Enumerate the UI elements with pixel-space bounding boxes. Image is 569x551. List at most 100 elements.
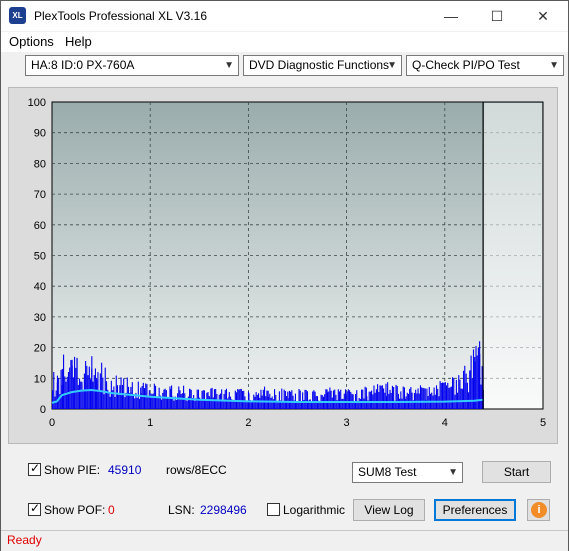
pi-bar — [186, 400, 188, 409]
pi-bar — [409, 388, 411, 409]
pi-bar — [464, 383, 466, 409]
pi-bar — [264, 386, 266, 409]
show-pof-checkbox[interactable]: ✓ — [28, 501, 41, 516]
pi-bar — [229, 396, 232, 409]
pi-bar — [346, 391, 348, 409]
y-tick-label: 40 — [34, 281, 46, 293]
pi-bar — [444, 382, 446, 409]
chevron-down-icon: ▼ — [549, 60, 559, 71]
start-button[interactable]: Start — [482, 461, 551, 483]
pi-bar — [356, 390, 358, 409]
pi-bar — [98, 390, 100, 409]
pi-bar — [410, 387, 412, 409]
pi-bar — [118, 394, 120, 409]
pi-bar — [134, 398, 136, 409]
show-pie-checkbox[interactable]: ✓ — [28, 461, 41, 476]
chart-panel: 0 10 20 30 40 50 60 70 80 90 100 0 1 2 3 4 5 — [8, 87, 558, 444]
pi-bar — [463, 370, 465, 409]
pi-bar — [447, 382, 449, 409]
x-tick-label: 5 — [540, 417, 546, 429]
pi-bar — [69, 367, 71, 409]
pi-bar — [65, 381, 67, 409]
pi-bar — [64, 376, 66, 409]
pi-bar — [411, 392, 413, 409]
function-select[interactable]: DVD Diagnostic Functions ▼ — [243, 55, 402, 76]
menu-bar: Options Help — [1, 32, 568, 52]
pi-bar — [319, 401, 321, 409]
pi-bar — [121, 384, 124, 409]
pi-bar — [305, 390, 307, 409]
y-tick-label: 0 — [40, 404, 46, 416]
pi-bar — [75, 367, 77, 409]
pi-bar — [452, 377, 454, 409]
pi-bar — [58, 378, 60, 409]
test-select[interactable]: Q-Check PI/PO Test ▼ — [406, 55, 564, 76]
function-select-value: DVD Diagnostic Functions — [249, 58, 390, 72]
pi-bar — [126, 377, 128, 409]
y-tick-label: 30 — [34, 312, 46, 324]
pi-bar — [325, 389, 327, 409]
pi-bar — [96, 379, 98, 409]
chevron-down-icon: ▼ — [224, 60, 234, 71]
pi-bar — [150, 393, 152, 409]
pi-bar — [115, 375, 117, 409]
pi-bar — [357, 401, 359, 409]
pi-bar — [136, 397, 138, 409]
pi-bar — [55, 390, 57, 409]
pi-bar — [400, 391, 402, 409]
pi-bar — [106, 382, 108, 409]
pi-bar — [300, 401, 302, 409]
pi-bar — [449, 387, 451, 409]
pi-bar — [132, 394, 135, 409]
info-button[interactable]: i — [527, 499, 550, 521]
pi-bar — [459, 379, 461, 409]
pi-bar — [290, 391, 292, 409]
logarithmic-label: Logarithmic — [283, 503, 346, 517]
pi-bar — [291, 390, 293, 409]
pi-bar — [271, 396, 273, 409]
rows-label: rows/8ECC — [166, 463, 227, 477]
pi-bar — [241, 391, 244, 409]
sum-test-select[interactable]: SUM8 Test ▼ — [352, 462, 463, 483]
pi-bar — [222, 400, 224, 409]
pi-bar — [60, 369, 62, 409]
pi-bar — [89, 379, 92, 409]
menu-options[interactable]: Options — [9, 34, 54, 49]
logarithmic-checkbox[interactable] — [267, 503, 280, 516]
pi-bar — [215, 388, 217, 409]
pi-bar — [465, 373, 467, 409]
pi-bar — [138, 398, 141, 409]
show-pof-label: Show POF: — [44, 503, 106, 517]
pi-bar — [127, 386, 130, 409]
pi-bar — [364, 386, 366, 409]
pi-bar — [152, 393, 154, 409]
preferences-button[interactable]: Preferences — [434, 499, 516, 521]
pi-bar — [82, 389, 84, 409]
pi-bar — [120, 395, 122, 409]
view-log-button[interactable]: View Log — [353, 499, 425, 521]
pi-bar — [334, 389, 336, 409]
pi-bar — [441, 382, 444, 409]
maximize-button[interactable]: ☐ — [474, 1, 520, 31]
y-tick-label: 50 — [34, 251, 46, 263]
pi-bar — [101, 362, 103, 409]
drive-select[interactable]: HA:8 ID:0 PX-760A ▼ — [25, 55, 239, 76]
pi-bar — [270, 398, 272, 409]
pi-bar — [380, 385, 382, 409]
pi-bar — [448, 387, 450, 409]
pi-bar — [158, 387, 160, 409]
minimize-button[interactable]: — — [428, 1, 474, 31]
pi-bar — [194, 400, 196, 409]
pi-bar — [299, 390, 301, 409]
chevron-down-icon: ▼ — [387, 60, 397, 71]
menu-help[interactable]: Help — [65, 34, 92, 49]
pi-bar — [368, 391, 370, 409]
pi-bar — [243, 390, 245, 409]
pi-bar — [379, 385, 381, 409]
pi-bar — [435, 385, 438, 409]
pi-bar — [213, 389, 216, 409]
pi-bar — [143, 388, 146, 409]
close-button[interactable]: ✕ — [520, 1, 566, 31]
lsn-label: LSN: — [168, 503, 195, 517]
pi-bar — [124, 397, 126, 409]
